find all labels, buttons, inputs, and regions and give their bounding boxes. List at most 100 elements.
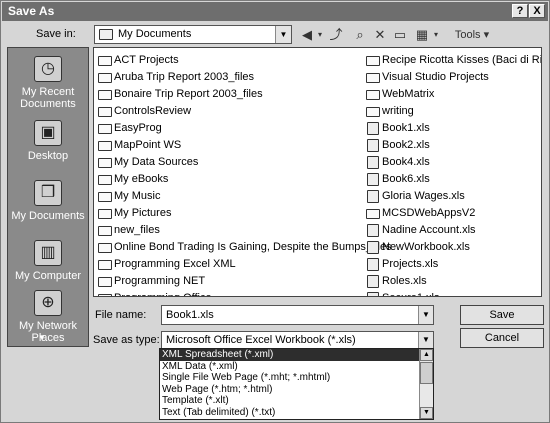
excel-file-icon — [367, 139, 379, 152]
place-label: My Computer — [14, 270, 82, 282]
save-as-type-option[interactable]: Text (Tab delimited) (*.txt) — [160, 407, 433, 419]
file-item[interactable]: Gloria Wages.xls — [364, 188, 541, 205]
tools-menu[interactable]: Tools ▾ — [447, 25, 497, 45]
file-item[interactable]: Book2.xls — [364, 137, 541, 154]
folder-icon — [98, 260, 112, 270]
file-item[interactable]: Aruba Trip Report 2003_files — [96, 69, 392, 86]
file-item-label: ACT Projects — [114, 54, 179, 66]
file-item[interactable]: ACT Projects — [96, 52, 392, 69]
file-item-label: Secure1.xls — [382, 292, 439, 296]
file-name-input[interactable]: Book1.xls ▼ — [161, 305, 434, 325]
file-item[interactable]: EasyProg — [96, 120, 392, 137]
save-as-type-dropdown[interactable]: Microsoft Office Excel Workbook (*.xls) … — [161, 331, 434, 349]
views-icon[interactable]: ▦ — [413, 25, 431, 45]
file-name-value: Book1.xls — [166, 309, 214, 321]
help-button[interactable]: ? — [512, 4, 528, 18]
save-as-type-option[interactable]: XML Spreadsheet (*.xml) — [160, 349, 433, 361]
save-as-type-value: Microsoft Office Excel Workbook (*.xls) — [166, 334, 356, 346]
file-item[interactable]: NewWorkbook.xls — [364, 239, 541, 256]
place-desktop[interactable]: ▣ Desktop — [8, 120, 88, 162]
dropdown-scrollbar[interactable]: ▲ ▼ — [419, 349, 433, 419]
file-item[interactable]: My Data Sources — [96, 154, 392, 171]
save-as-type-option[interactable]: XML Data (*.xml) — [160, 361, 433, 373]
file-item[interactable]: Projects.xls — [364, 256, 541, 273]
new-folder-icon[interactable]: ▭ — [391, 25, 409, 45]
file-item[interactable]: Programming Excel XML — [96, 256, 392, 273]
file-item[interactable]: Online Bond Trading Is Gaining, Despite … — [96, 239, 392, 256]
file-item[interactable]: MCSDWebAppsV2 — [364, 205, 541, 222]
views-dropdown-icon[interactable]: ▾ — [431, 25, 441, 45]
file-item[interactable]: My eBooks — [96, 171, 392, 188]
chevron-down-icon[interactable]: ▼ — [418, 332, 433, 348]
file-item-label: Roles.xls — [382, 275, 427, 287]
chevron-down-icon[interactable]: ▼ — [418, 306, 433, 324]
dialog-title: Save As — [8, 4, 55, 18]
file-item[interactable]: ControlsReview — [96, 103, 392, 120]
file-item-label: Book2.xls — [382, 139, 430, 151]
folder-icon — [98, 124, 112, 134]
file-item[interactable]: Bonaire Trip Report 2003_files — [96, 86, 392, 103]
back-dropdown-icon[interactable]: ▾ — [315, 25, 325, 45]
up-one-level-icon[interactable]: ⤴ — [327, 25, 345, 45]
file-item[interactable]: new_files — [96, 222, 392, 239]
save-button-label: Save — [489, 309, 515, 321]
options-list: XML Spreadsheet (*.xml) XML Data (*.xml) S… — [160, 349, 433, 418]
file-item[interactable]: Book1.xls — [364, 120, 541, 137]
close-button[interactable]: X — [529, 4, 545, 18]
file-list[interactable]: ACT Projects Aruba Trip Report 2003_files… — [93, 47, 542, 297]
search-web-icon[interactable]: ⌕ — [351, 25, 369, 45]
file-item[interactable]: My Pictures — [96, 205, 392, 222]
place-my-computer[interactable]: ▥ My Computer — [8, 240, 88, 282]
file-column-left: ACT Projects Aruba Trip Report 2003_files… — [96, 52, 392, 296]
title-bar[interactable]: Save As ? X — [2, 2, 548, 21]
save-as-type-option[interactable]: Single File Web Page (*.mht; *.mhtml) — [160, 372, 433, 384]
file-item[interactable]: Recipe Ricotta Kisses (Baci di Ricotta — [364, 52, 541, 69]
folder-icon — [98, 73, 112, 83]
save-as-type-option[interactable]: Web Page (*.htm; *.html) — [160, 384, 433, 396]
file-item[interactable]: Nadine Account.xls — [364, 222, 541, 239]
folder-icon — [98, 158, 112, 168]
scroll-down-icon[interactable]: ▼ — [38, 333, 46, 342]
file-item[interactable]: Programming NET — [96, 273, 392, 290]
file-item-label: WebMatrix — [382, 88, 435, 100]
file-item-label: Programming Excel XML — [114, 258, 236, 270]
file-item[interactable]: MapPoint WS — [96, 137, 392, 154]
place-label: My Network Places — [18, 320, 78, 344]
file-column-right: Recipe Ricotta Kisses (Baci di Ricotta Vi… — [364, 52, 541, 296]
save-as-type-option[interactable]: Template (*.xlt) — [160, 395, 433, 407]
file-item-label: My Music — [114, 190, 161, 202]
file-item[interactable]: Book4.xls — [364, 154, 541, 171]
cancel-button[interactable]: Cancel — [460, 328, 544, 348]
file-item-label: My Pictures — [114, 207, 172, 219]
place-my-recent-documents[interactable]: ◷ My Recent Documents — [8, 56, 88, 110]
tools-label: Tools — [454, 29, 481, 41]
excel-file-icon — [367, 241, 379, 254]
scroll-thumb[interactable] — [420, 362, 433, 384]
file-item[interactable]: writing — [364, 103, 541, 120]
save-as-type-label: Save as type: — [93, 334, 160, 346]
file-item[interactable]: Secure1.xls — [364, 290, 541, 296]
file-item-label: Bonaire Trip Report 2003_files — [114, 88, 263, 100]
file-item-label: My Data Sources — [114, 156, 199, 168]
file-item[interactable]: My Music — [96, 188, 392, 205]
scroll-down-icon[interactable]: ▼ — [420, 407, 433, 419]
file-name-label-text: File name: — [95, 309, 147, 321]
save-button[interactable]: Save — [460, 305, 544, 325]
scroll-up-icon[interactable]: ▲ — [420, 349, 433, 361]
place-my-network-places[interactable]: ⊕ My Network Places — [8, 290, 88, 344]
file-name-label: File name: — [95, 309, 146, 321]
file-item[interactable]: Programming Office — [96, 290, 392, 296]
place-my-documents[interactable]: ❒ My Documents — [8, 180, 88, 222]
chevron-down-icon[interactable]: ▼ — [275, 26, 291, 43]
delete-icon[interactable]: ✕ — [371, 25, 389, 45]
file-item[interactable]: Book6.xls — [364, 171, 541, 188]
file-item[interactable]: Roles.xls — [364, 273, 541, 290]
save-as-dialog: Save As ? X Save in: My Documents ▼ ◀ ▾ … — [0, 0, 550, 423]
file-item-label: Book6.xls — [382, 173, 430, 185]
file-item[interactable]: WebMatrix — [364, 86, 541, 103]
file-item[interactable]: Visual Studio Projects — [364, 69, 541, 86]
back-icon[interactable]: ◀ — [299, 25, 315, 45]
save-in-dropdown[interactable]: My Documents ▼ — [94, 25, 292, 44]
file-item-label: Aruba Trip Report 2003_files — [114, 71, 255, 83]
folder-icon — [99, 29, 113, 40]
